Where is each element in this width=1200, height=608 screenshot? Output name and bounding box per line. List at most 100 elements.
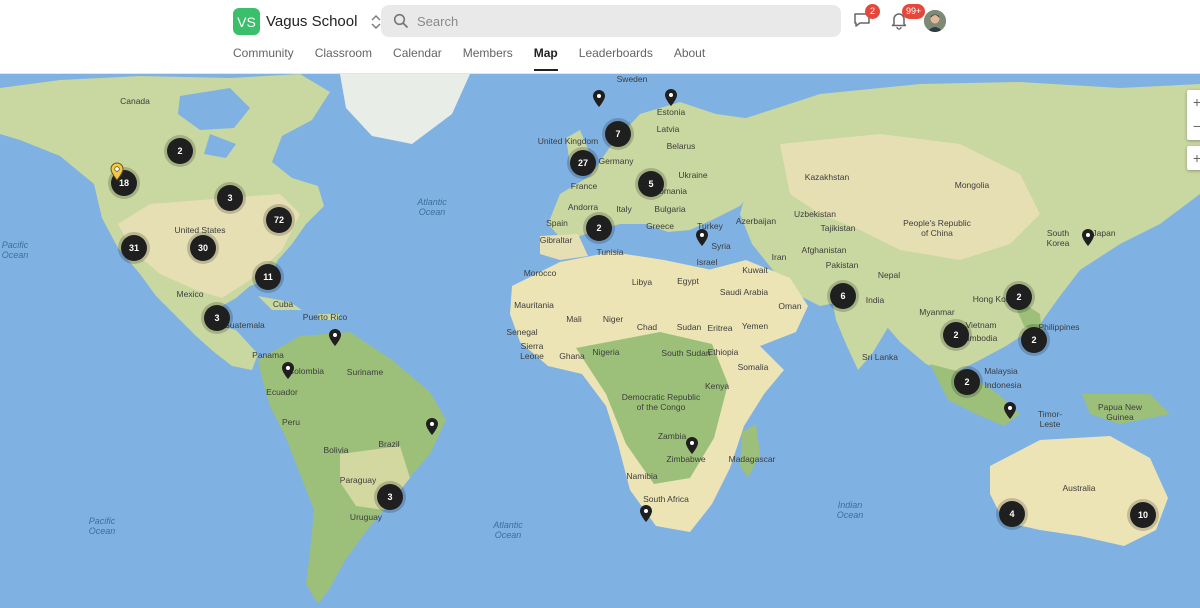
search-icon [393, 13, 409, 29]
ocean-label: Indian Ocean [836, 500, 864, 520]
member-cluster[interactable]: 2 [954, 369, 980, 395]
country-label: Sudan [676, 322, 702, 332]
location-pin-icon[interactable] [695, 228, 709, 247]
chat-button[interactable]: 2 [852, 4, 880, 32]
country-label: Morocco [523, 268, 557, 278]
country-label: Paraguay [339, 475, 377, 485]
tab-calendar[interactable]: Calendar [393, 46, 442, 71]
country-label: Nigeria [592, 347, 620, 357]
member-cluster[interactable]: 3 [204, 305, 230, 331]
member-cluster[interactable]: 3 [377, 484, 403, 510]
member-cluster[interactable]: 2 [1021, 327, 1047, 353]
brand-logo: VS [233, 8, 260, 35]
tab-classroom[interactable]: Classroom [315, 46, 372, 71]
brand-name: Vagus School [266, 13, 358, 30]
country-label: Canada [120, 96, 150, 106]
member-cluster[interactable]: 72 [266, 207, 292, 233]
location-pin-icon[interactable] [1081, 228, 1095, 247]
member-cluster[interactable]: 2 [167, 138, 193, 164]
country-label: United Kingdom [537, 136, 599, 146]
country-label: Sweden [616, 74, 648, 84]
location-pin-icon[interactable] [592, 89, 606, 108]
member-cluster[interactable]: 2 [943, 322, 969, 348]
country-label: Pakistan [825, 260, 859, 270]
country-label: Sri Lanka [862, 352, 898, 362]
member-cluster[interactable]: 2 [586, 215, 612, 241]
country-label: Zambia [657, 431, 687, 441]
member-cluster[interactable]: 30 [190, 235, 216, 261]
country-label: Eritrea [707, 323, 733, 333]
country-label: Libya [631, 277, 653, 287]
country-label: Ukraine [678, 170, 708, 180]
country-label: Estonia [656, 107, 686, 117]
member-cluster[interactable]: 2 [1006, 284, 1032, 310]
country-label: Saudi Arabia [719, 287, 769, 297]
country-label: Uzbekistan [793, 209, 837, 219]
country-label: India [865, 295, 885, 305]
tab-about[interactable]: About [674, 46, 705, 71]
tab-members[interactable]: Members [463, 46, 513, 71]
user-avatar-icon [924, 10, 946, 32]
member-cluster[interactable]: 5 [638, 171, 664, 197]
member-cluster[interactable]: 11 [255, 264, 281, 290]
zoom-in-icon[interactable]: + [1193, 90, 1200, 114]
avatar[interactable] [924, 10, 946, 32]
main-nav: Community Classroom Calendar Members Map… [233, 46, 705, 71]
member-cluster[interactable]: 6 [830, 283, 856, 309]
country-label: Myanmar [919, 307, 955, 317]
tab-leaderboards[interactable]: Leaderboards [579, 46, 653, 71]
ocean-label: Atlantic Ocean [417, 197, 447, 217]
world-map[interactable]: Canada United States Mexico Cuba Guatema… [0, 74, 1200, 608]
location-pin-icon[interactable] [425, 417, 439, 436]
country-label: South Sudan [661, 348, 711, 358]
top-header: VS Vagus School 2 99+ Co [0, 0, 1200, 74]
member-cluster[interactable]: 27 [570, 150, 596, 176]
country-label: Yemen [741, 321, 769, 331]
country-label: Mauritania [514, 300, 554, 310]
country-label: Oman [778, 301, 802, 311]
location-pin-icon[interactable] [664, 88, 678, 107]
country-label: Italy [616, 204, 632, 214]
alerts-badge: 99+ [902, 4, 926, 19]
member-cluster[interactable]: 10 [1130, 502, 1156, 528]
country-label: Gibraltar [539, 235, 573, 245]
brand[interactable]: VS Vagus School [233, 8, 381, 35]
location-pin-icon[interactable] [328, 328, 342, 347]
country-label: Mongolia [954, 180, 990, 190]
member-cluster[interactable]: 31 [121, 235, 147, 261]
country-label: Israel [696, 257, 718, 267]
member-cluster[interactable]: 3 [217, 185, 243, 211]
country-label: Ethiopia [707, 347, 739, 357]
member-cluster[interactable]: 4 [999, 501, 1025, 527]
switch-community-icon[interactable] [371, 14, 381, 30]
country-label: Senegal [506, 327, 538, 337]
ocean-label: Atlantic Ocean [493, 520, 523, 540]
map-tool-icon[interactable]: + [1193, 146, 1200, 170]
country-label: Tajikistan [820, 223, 856, 233]
search-input[interactable] [417, 5, 827, 37]
country-label: Namibia [626, 471, 658, 481]
search-bar[interactable] [381, 5, 841, 37]
tab-community[interactable]: Community [233, 46, 294, 71]
country-label: Nepal [877, 270, 901, 280]
member-cluster[interactable]: 7 [605, 121, 631, 147]
location-pin-icon[interactable] [281, 361, 295, 380]
location-pin-icon[interactable] [685, 436, 699, 455]
country-label: Egypt [677, 276, 699, 286]
country-label: Syria [711, 241, 731, 251]
location-pin-icon[interactable] [639, 504, 653, 523]
map-tool-control: + [1187, 146, 1200, 170]
country-label: Latvia [656, 124, 680, 134]
location-pin-icon[interactable] [1003, 401, 1017, 420]
country-label: Puerto Rico [302, 312, 348, 322]
country-label: Chad [636, 322, 658, 332]
zoom-out-icon[interactable]: − [1193, 114, 1200, 138]
country-label: Belarus [666, 141, 696, 151]
tab-map[interactable]: Map [533, 46, 558, 71]
country-label: People's Republic of China [903, 218, 971, 238]
highlighted-location-pin-icon[interactable] [110, 162, 124, 181]
chat-badge: 2 [865, 4, 880, 19]
country-label: Mexico [176, 289, 204, 299]
country-label: Germany [598, 156, 634, 166]
notifications-button[interactable]: 99+ [889, 4, 926, 32]
